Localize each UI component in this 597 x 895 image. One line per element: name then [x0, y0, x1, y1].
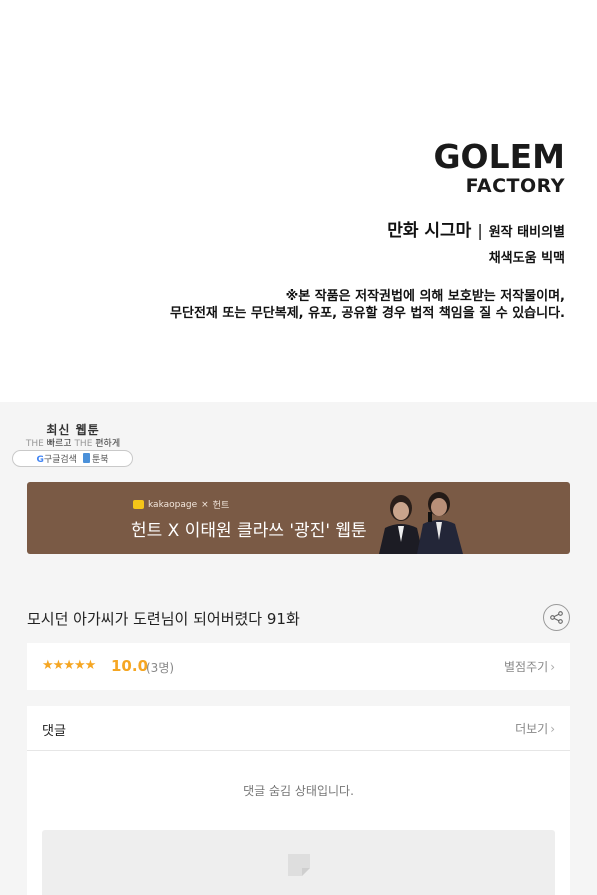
- badge-search-pill[interactable]: G구글검색 툰북: [12, 450, 133, 467]
- episode-title: 모시던 아가씨가 도련님이 되어버렸다 91화: [27, 610, 300, 628]
- badge-the-2: THE: [74, 439, 93, 449]
- rating-card: ★★★★★ 10.0 (3명) 별점주기 ›: [27, 643, 570, 690]
- banner-characters-image: [379, 492, 463, 554]
- credit-coloring: 채색도움 빅맥: [488, 251, 565, 266]
- copyright-line-2: 무단전재 또는 무단복제, 유포, 공유할 경우 법적 책임을 질 수 있습니다…: [170, 306, 565, 321]
- logo-line-factory: FACTORY: [465, 175, 565, 197]
- golem-factory-logo: GOLEM FACTORY: [433, 140, 565, 196]
- share-icon: [550, 611, 563, 624]
- banner-brand-x: ×: [201, 499, 209, 510]
- rating-stars: ★★★★★: [42, 658, 96, 673]
- chevron-right-icon: ›: [550, 660, 555, 674]
- badge-easy: 편하게: [95, 439, 121, 449]
- ad-banner[interactable]: kakaopage × 헌트 헌트 X 이태원 클라쓰 '광진' 웹툰: [27, 482, 570, 554]
- comment-label: 댓글: [42, 724, 66, 739]
- banner-brand: kakaopage × 헌트: [133, 498, 229, 511]
- site-name: 툰북: [82, 452, 109, 465]
- site-name-label: 툰북: [91, 455, 109, 465]
- badge-the-1: THE: [25, 439, 44, 449]
- comment-section: 댓글 더보기 › 댓글 숨김 상태입니다.: [27, 706, 570, 895]
- banner-brand-partner: 헌트: [212, 501, 230, 511]
- site-badge[interactable]: 최신 웹툰 THE 빠르고 THE 편하게 G구글검색 툰북: [12, 421, 134, 469]
- credit-original: 원작 태비의별: [488, 225, 565, 240]
- credit-separator: |: [477, 221, 483, 240]
- credit-title-line: 만화 시그마 | 원작 태비의별: [387, 216, 565, 241]
- share-button[interactable]: [543, 604, 570, 631]
- logo-line-golem: GOLEM: [433, 137, 565, 176]
- comment-header: 댓글 더보기 ›: [27, 706, 570, 751]
- google-search: G구글검색: [36, 452, 77, 465]
- rating-count: (3명): [146, 661, 175, 675]
- rate-button-label: 별점주기: [504, 660, 549, 674]
- credits-section: GOLEM FACTORY 만화 시그마 | 원작 태비의별 채색도움 빅맥 ※본 …: [0, 0, 597, 402]
- badge-tagline: THE 빠르고 THE 편하게: [12, 436, 134, 449]
- google-icon: G: [36, 455, 44, 465]
- ad-placeholder: [42, 830, 555, 895]
- banner-title: 헌트 X 이태원 클라쓰 '광진' 웹툰: [131, 521, 367, 541]
- kakaopage-icon: [133, 500, 144, 509]
- rate-button[interactable]: 별점주기 ›: [504, 658, 555, 675]
- comments-hidden-message: 댓글 숨김 상태입니다.: [243, 784, 354, 798]
- placeholder-image-icon: [288, 854, 310, 876]
- chevron-right-icon: ›: [550, 722, 555, 736]
- comments-more-label: 더보기: [515, 722, 549, 736]
- google-search-label: 구글검색: [43, 455, 77, 465]
- badge-fast: 빠르고: [46, 439, 72, 449]
- credit-work-title: 만화 시그마: [387, 221, 472, 241]
- rating-score: 10.0: [111, 657, 149, 675]
- book-icon: [82, 453, 90, 463]
- banner-brand-name: kakaopage: [148, 499, 198, 510]
- comments-more-button[interactable]: 더보기 ›: [515, 720, 555, 737]
